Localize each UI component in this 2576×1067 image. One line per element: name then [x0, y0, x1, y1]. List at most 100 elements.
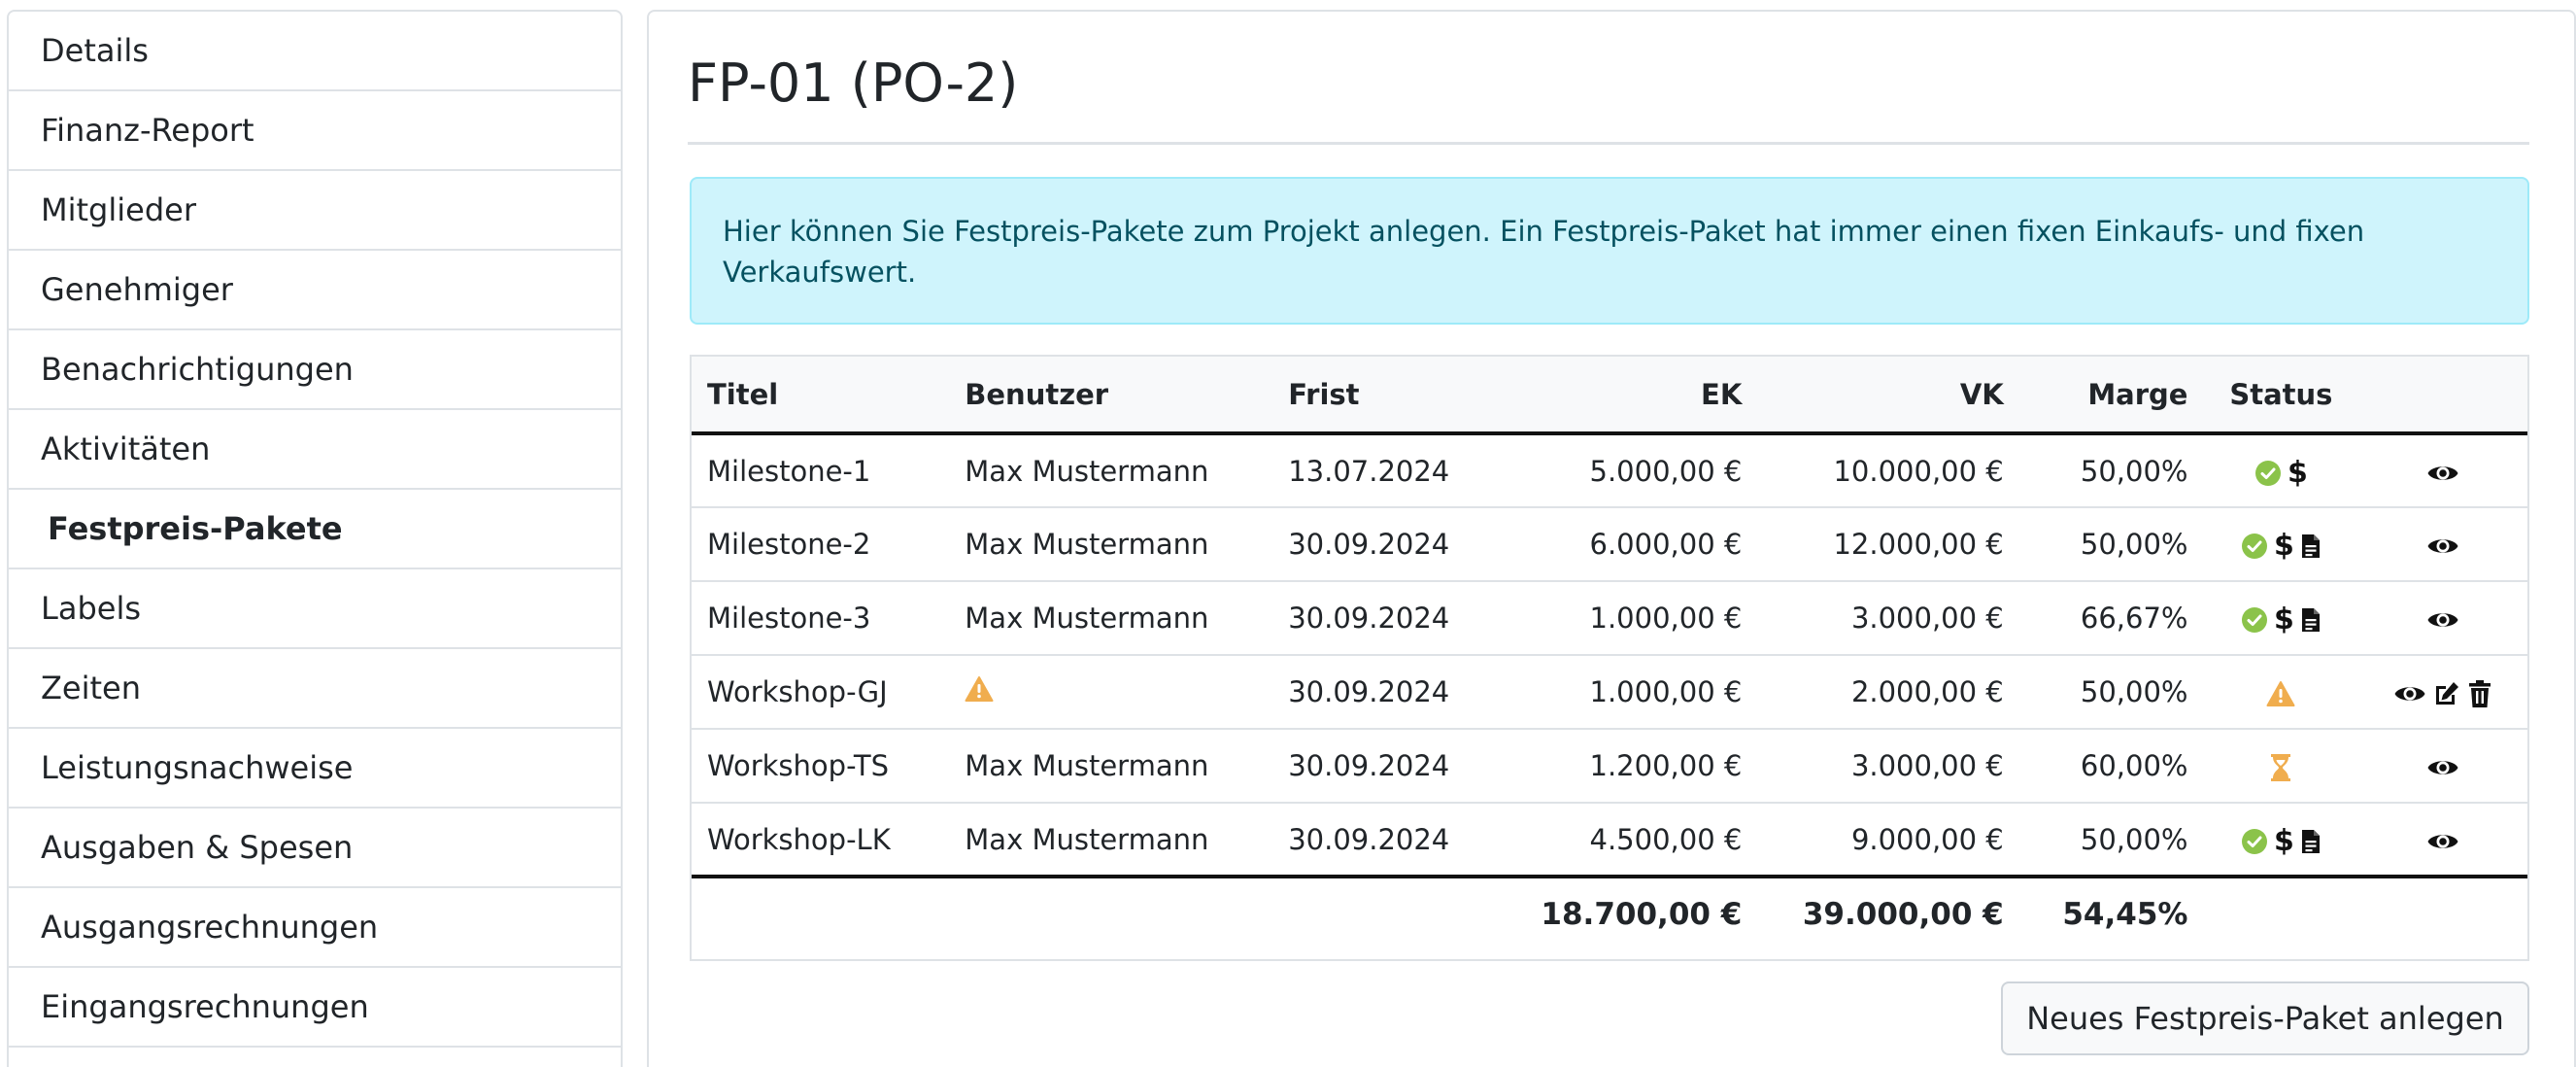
cell-benutzer: Max Mustermann — [965, 528, 1209, 561]
warning-triangle-icon — [2266, 681, 2295, 706]
dollar-icon: $ — [2273, 529, 2294, 563]
header-status: Status — [2203, 357, 2359, 435]
page: Details Finanz-Report Mitglieder Genehmi… — [0, 0, 2576, 1067]
cell-actions — [2358, 655, 2527, 729]
cell-frist: 13.07.2024 — [1288, 454, 1450, 488]
sidebar-item-festpreis-pakete[interactable]: Festpreis-Pakete — [9, 490, 621, 569]
cell-titel: Workshop-LK — [707, 822, 891, 856]
header-vk: VK — [1757, 357, 2019, 435]
total-ek: 18.700,00 € — [1541, 897, 1743, 932]
sidebar-item-details[interactable]: Details — [9, 12, 621, 91]
new-package-button[interactable]: Neues Festpreis-Paket anlegen — [2001, 981, 2529, 1055]
table-row: Milestone-3 Max Mustermann 30.09.2024 1.… — [692, 581, 2527, 655]
eye-icon[interactable] — [2426, 534, 2459, 559]
cell-titel: Workshop-TS — [707, 749, 889, 782]
main-card: FP-01 (PO-2) Hier können Sie Festpreis-P… — [647, 10, 2576, 1067]
cell-frist: 30.09.2024 — [1288, 602, 1450, 635]
cell-frist: 30.09.2024 — [1288, 822, 1450, 856]
eye-icon[interactable] — [2426, 607, 2459, 633]
header-frist: Frist — [1272, 357, 1496, 435]
eye-icon[interactable] — [2426, 461, 2459, 486]
header-ek: EK — [1495, 357, 1758, 435]
info-alert-line-1: Hier können Sie Festpreis-Pakete zum Pro… — [723, 215, 2365, 248]
warning-triangle-icon — [965, 675, 994, 702]
check-circle-icon — [2241, 828, 2267, 854]
header-actions — [2358, 357, 2527, 435]
dollar-icon: $ — [2273, 602, 2294, 637]
sidebar-item-genehmiger[interactable]: Genehmiger — [9, 251, 621, 330]
sidebar-item-benachrichtigungen[interactable]: Benachrichtigungen — [9, 330, 621, 410]
cell-vk: 12.000,00 € — [1833, 528, 2004, 561]
cell-status: $ — [2203, 803, 2358, 877]
cell-status: $ — [2203, 507, 2358, 581]
cell-ek: 1.000,00 € — [1589, 675, 1743, 708]
sidebar-item-zeiten[interactable]: Zeiten — [9, 649, 621, 729]
table-row: Milestone-1 Max Mustermann 13.07.2024 5.… — [692, 433, 2527, 507]
info-alert: Hier können Sie Festpreis-Pakete zum Pro… — [690, 177, 2529, 325]
sidebar-item-ausgaben-spesen[interactable]: Ausgaben & Spesen — [9, 809, 621, 888]
title-divider — [688, 142, 2529, 145]
cell-marge: 66,67% — [2080, 602, 2188, 635]
sidebar-item-aktivitaeten[interactable]: Aktivitäten — [9, 410, 621, 490]
sidebar-item-leistungsnachweise[interactable]: Leistungsnachweise — [9, 729, 621, 809]
sidebar-item-finanz-report[interactable]: Finanz-Report — [9, 91, 621, 171]
cell-titel: Milestone-1 — [707, 454, 871, 488]
table-row: Workshop-LK Max Mustermann 30.09.2024 4.… — [692, 803, 2527, 877]
eye-icon[interactable] — [2426, 755, 2459, 780]
sidebar-item-eingangsrechnungen[interactable]: Eingangsrechnungen — [9, 968, 621, 1048]
eye-icon[interactable] — [2426, 829, 2459, 854]
cell-benutzer: Max Mustermann — [965, 822, 1209, 856]
cell-vk: 10.000,00 € — [1833, 454, 2004, 488]
total-marge: 54,45% — [2062, 897, 2188, 932]
total-empty — [2203, 877, 2358, 950]
cell-ek: 4.500,00 € — [1589, 822, 1743, 856]
check-circle-icon — [2254, 460, 2281, 486]
cell-titel: Workshop-GJ — [707, 675, 888, 708]
total-empty — [2358, 877, 2527, 950]
invoice-icon — [2301, 534, 2320, 558]
check-circle-icon — [2241, 607, 2267, 633]
cell-marge: 50,00% — [2080, 675, 2188, 708]
dollar-icon: $ — [2287, 455, 2308, 490]
cell-status — [2203, 655, 2358, 729]
cell-vk: 2.000,00 € — [1850, 675, 2004, 708]
cell-actions — [2358, 803, 2527, 877]
table-row: Workshop-GJ 30.09.2024 1.000,00 € 2.000,… — [692, 655, 2527, 729]
cell-status — [2203, 729, 2358, 803]
table-row: Workshop-TS Max Mustermann 30.09.2024 1.… — [692, 729, 2527, 803]
sidebar-nav: Details Finanz-Report Mitglieder Genehmi… — [7, 10, 623, 1067]
total-empty — [692, 877, 949, 950]
cell-marge: 50,00% — [2080, 454, 2188, 488]
sidebar-item-ausgangsrechnungen[interactable]: Ausgangsrechnungen — [9, 888, 621, 968]
cell-actions — [2358, 581, 2527, 655]
cell-ek: 6.000,00 € — [1589, 528, 1743, 561]
info-alert-line-2: Verkaufswert. — [723, 256, 917, 289]
cell-benutzer: Max Mustermann — [965, 454, 1209, 488]
cell-vk: 9.000,00 € — [1850, 822, 2004, 856]
cell-benutzer: Max Mustermann — [965, 602, 1209, 635]
cell-titel: Milestone-3 — [707, 602, 871, 635]
cell-ek: 1.200,00 € — [1589, 749, 1743, 782]
header-titel: Titel — [692, 357, 950, 435]
cell-marge: 50,00% — [2080, 528, 2188, 561]
cell-status: $ — [2203, 433, 2358, 507]
dollar-icon: $ — [2273, 823, 2294, 858]
page-title: FP-01 (PO-2) — [688, 52, 1019, 114]
edit-icon[interactable] — [2432, 679, 2461, 708]
cell-frist: 30.09.2024 — [1288, 528, 1450, 561]
cell-benutzer — [949, 655, 1272, 729]
table-header-row: Titel Benutzer Frist EK VK Marge Status — [692, 357, 2527, 435]
sidebar-item-labels[interactable]: Labels — [9, 569, 621, 649]
trash-icon[interactable] — [2467, 679, 2492, 708]
sidebar-item-mitglieder[interactable]: Mitglieder — [9, 171, 621, 251]
cell-status: $ — [2203, 581, 2358, 655]
cell-marge: 60,00% — [2080, 749, 2188, 782]
table-totals-row: 18.700,00 € 39.000,00 € 54,45% — [692, 877, 2527, 950]
cell-frist: 30.09.2024 — [1288, 675, 1450, 708]
eye-icon[interactable] — [2393, 681, 2426, 706]
cell-titel: Milestone-2 — [707, 528, 871, 561]
total-vk: 39.000,00 € — [1802, 897, 2004, 932]
cell-vk: 3.000,00 € — [1850, 749, 2004, 782]
header-benutzer: Benutzer — [949, 357, 1273, 435]
cell-actions — [2358, 433, 2527, 507]
